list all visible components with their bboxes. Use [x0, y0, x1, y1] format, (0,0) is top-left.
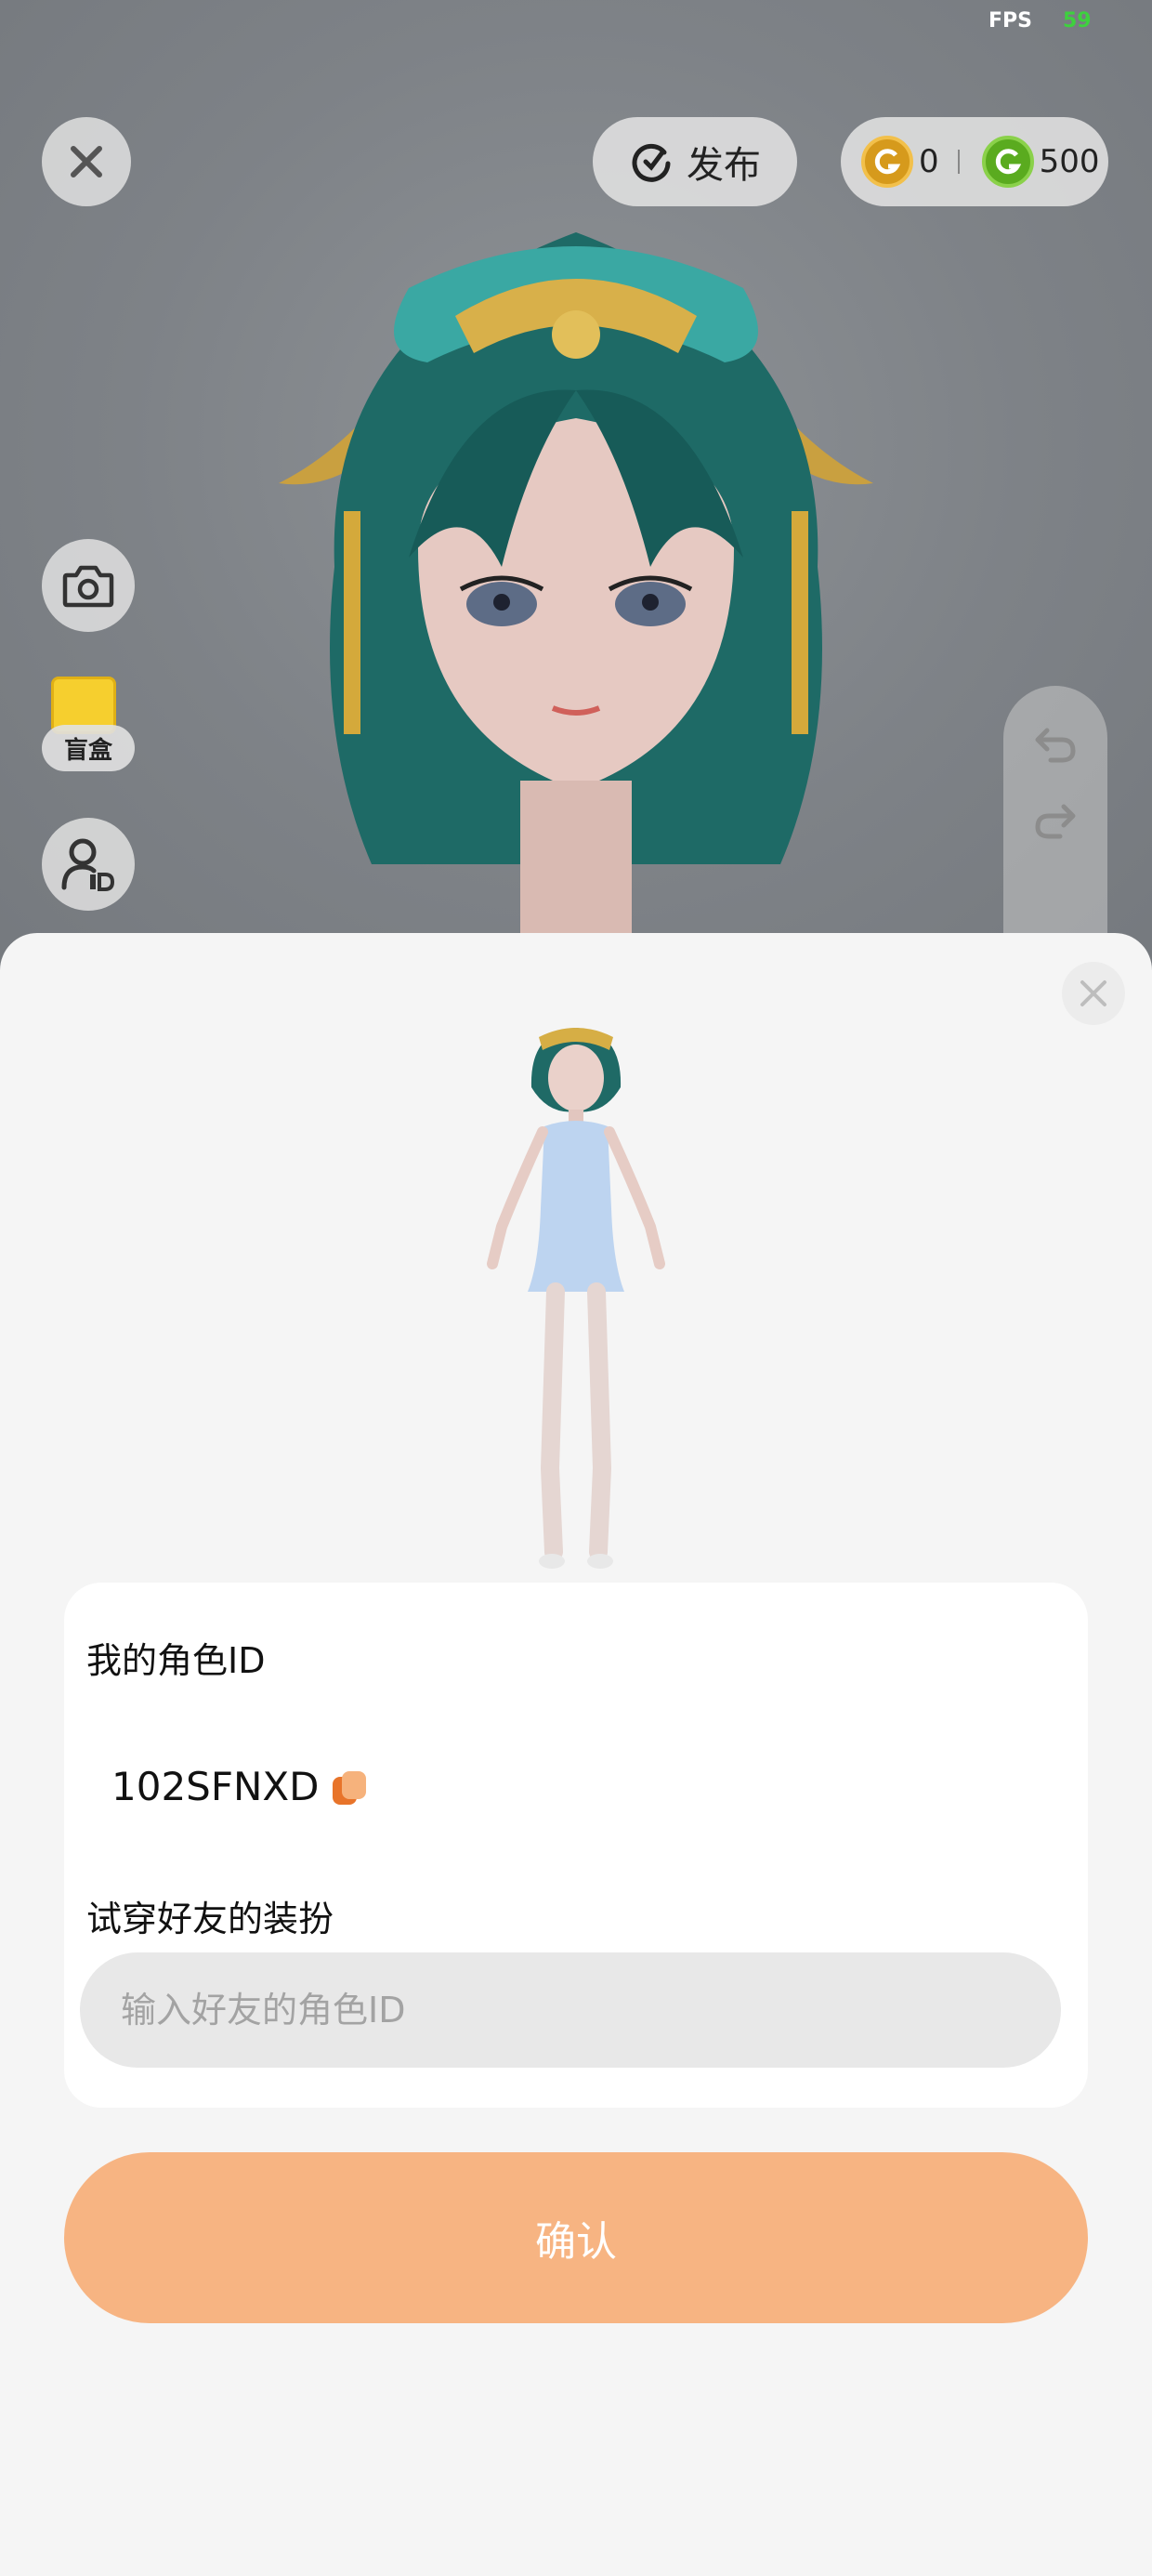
undo-icon[interactable]	[1032, 725, 1079, 766]
camera-icon	[62, 565, 114, 608]
person-id-icon	[61, 838, 115, 891]
copy-icon[interactable]	[331, 1769, 368, 1807]
publish-label: 发布	[687, 144, 761, 187]
gold-coin-icon	[861, 136, 913, 188]
blindbox-label: 盲盒	[42, 725, 135, 771]
close-button[interactable]	[42, 117, 131, 206]
my-id-value: 102SFNXD	[111, 1764, 320, 1809]
redo-icon[interactable]	[1032, 801, 1079, 842]
avatar-viewport[interactable]: FPS 59 发布 0 500 盲盒	[0, 0, 1152, 985]
blindbox-button[interactable]: 盲盒	[42, 669, 135, 781]
fps-value: 59	[1063, 9, 1092, 33]
try-outfit-title: 试穿好友的装扮	[86, 1899, 334, 1939]
publish-button[interactable]: 发布	[593, 117, 797, 206]
camera-button[interactable]	[42, 539, 135, 632]
friend-id-input[interactable]	[80, 1952, 1061, 2068]
currency-balance[interactable]: 0 500	[841, 117, 1108, 206]
character-head-image	[279, 232, 873, 985]
currency-divider	[957, 150, 960, 174]
close-icon	[71, 146, 102, 177]
sheet-close-button[interactable]	[1062, 962, 1125, 1025]
reload-publish-icon	[632, 143, 671, 182]
my-id-title: 我的角色ID	[86, 1640, 266, 1681]
character-preview-image	[487, 1028, 665, 1569]
confirm-button[interactable]: 确认	[64, 2152, 1088, 2323]
fps-label: FPS	[988, 9, 1032, 33]
gold-coin-count: 0	[919, 143, 939, 180]
character-id-button[interactable]	[42, 818, 135, 911]
green-coin-count: 500	[1039, 143, 1100, 180]
close-icon	[1080, 980, 1106, 1006]
green-coin-icon	[981, 136, 1034, 188]
